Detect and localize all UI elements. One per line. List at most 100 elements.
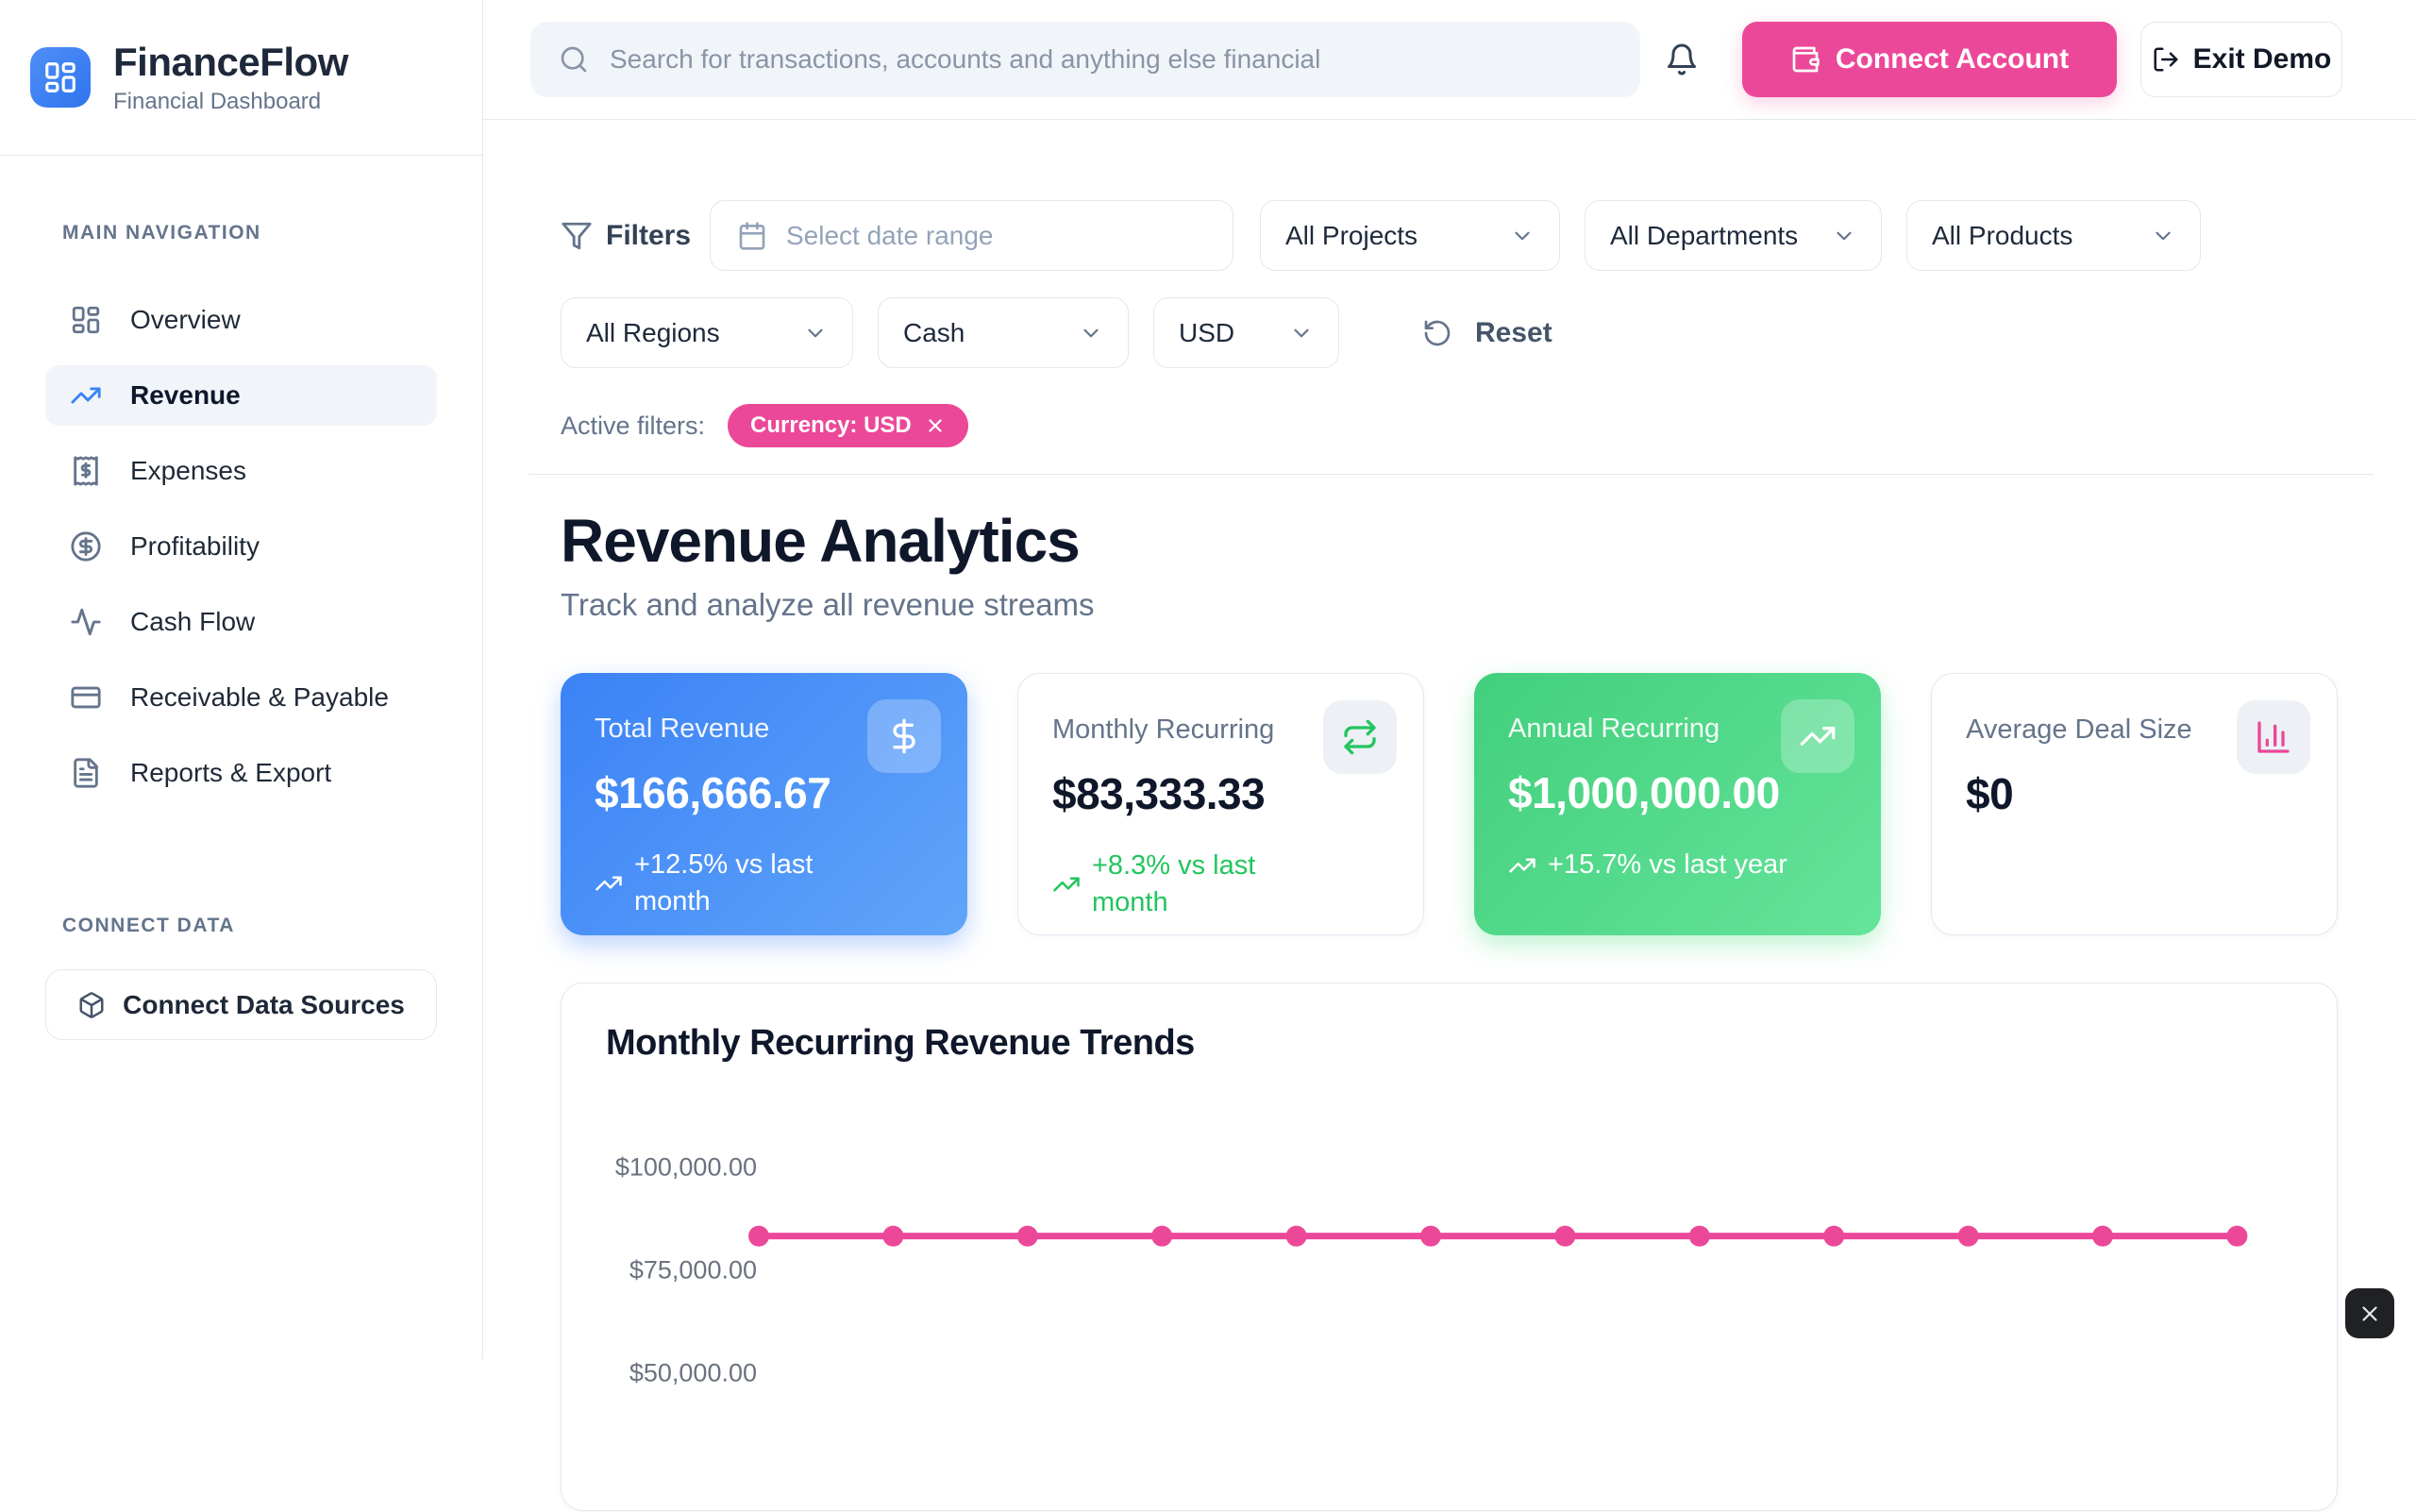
dropdown-cash[interactable]: Cash (878, 297, 1129, 368)
metric-value: $1,000,000.00 (1508, 767, 1847, 818)
page-title: Revenue Analytics (561, 506, 2338, 576)
metric-change: +15.7% vs last year (1508, 847, 1847, 883)
active-filter-chip-label: Currency: USD (750, 412, 912, 439)
dropdown-value: USD (1179, 318, 1234, 348)
active-filters-label: Active filters: (561, 412, 705, 441)
repeat-icon (1323, 700, 1397, 774)
metric-value: $166,666.67 (595, 767, 933, 818)
metric-card-monthly-recurring: Monthly Recurring $83,333.33 +8.3% vs la… (1017, 673, 1424, 935)
reset-filters-button[interactable]: Reset (1422, 317, 1552, 349)
dropdown-usd[interactable]: USD (1153, 297, 1339, 368)
metric-cards-row: Total Revenue $166,666.67 +12.5% vs last… (561, 673, 2338, 935)
rotate-ccw-icon (1422, 318, 1452, 348)
section-divider (528, 474, 2374, 475)
connect-data-sources-button[interactable]: Connect Data Sources (45, 969, 437, 1040)
trending-up-icon (1508, 851, 1536, 880)
trending-up-icon (595, 869, 623, 898)
dropdown-value: Cash (903, 318, 965, 348)
app-logo-icon (30, 47, 91, 108)
sidebar-item-expenses[interactable]: Expenses (45, 441, 437, 501)
close-widget-button[interactable] (2345, 1288, 2394, 1338)
connect-account-label: Connect Account (1836, 43, 2069, 76)
logout-icon (2152, 45, 2180, 74)
reset-label: Reset (1475, 317, 1552, 349)
chevron-down-icon (1510, 224, 1535, 248)
page-subtitle: Track and analyze all revenue streams (561, 587, 2338, 623)
dollar-sign-icon (867, 699, 941, 773)
metric-value: $83,333.33 (1052, 768, 1389, 819)
filters-title-label: Filters (606, 220, 691, 252)
metric-change-label: +12.5% vs last month (634, 847, 861, 920)
global-search (530, 22, 1640, 97)
dropdown-value: All Regions (586, 318, 720, 348)
app-subtitle: Financial Dashboard (113, 89, 348, 115)
package-icon (77, 991, 106, 1019)
metric-card-average-deal-size: Average Deal Size $0 (1931, 673, 2338, 935)
topbar: Connect Account Exit Demo (483, 0, 2416, 120)
filters-row-1: Filters Select date range All Projects A… (561, 200, 2338, 271)
layout-dashboard-icon (70, 304, 102, 336)
sidebar-item-label: Profitability (130, 531, 260, 562)
connect-data-sources-label: Connect Data Sources (123, 990, 405, 1020)
sidebar-item-label: Overview (130, 305, 241, 335)
active-filters-row: Active filters: Currency: USD (561, 404, 2338, 447)
file-text-icon (70, 757, 102, 789)
metric-change: +12.5% vs last month (595, 847, 933, 920)
calendar-icon (737, 221, 767, 251)
sidebar-item-receivable-payable[interactable]: Receivable & Payable (45, 667, 437, 728)
search-icon (559, 44, 589, 75)
metric-change-label: +15.7% vs last year (1548, 847, 1787, 883)
bar-chart-icon (2237, 700, 2310, 774)
filters-row-2: All Regions Cash USD Reset (561, 297, 2338, 368)
dropdown-value: All Projects (1285, 221, 1418, 251)
dropdown-all-projects[interactable]: All Projects (1260, 200, 1560, 271)
exit-demo-label: Exit Demo (2193, 43, 2332, 76)
sidebar-item-label: Cash Flow (130, 607, 255, 637)
mrr-trends-chart-card: Monthly Recurring Revenue Trends $100,00… (561, 983, 2338, 1511)
sidebar-item-revenue[interactable]: Revenue (45, 365, 437, 426)
metric-card-annual-recurring: Annual Recurring $1,000,000.00 +15.7% vs… (1474, 673, 1881, 935)
main-navigation: Overview Revenue Expenses Profitability … (45, 290, 437, 803)
dropdown-all-regions[interactable]: All Regions (561, 297, 853, 368)
sidebar-item-profitability[interactable]: Profitability (45, 516, 437, 577)
chevron-down-icon (803, 321, 828, 345)
connect-account-button[interactable]: Connect Account (1742, 22, 2117, 97)
close-icon (2357, 1302, 2382, 1326)
metric-change: +8.3% vs last month (1052, 848, 1389, 921)
metric-value: $0 (1966, 768, 2303, 819)
metric-change-label: +8.3% vs last month (1092, 848, 1318, 921)
chevron-down-icon (1832, 224, 1856, 248)
notifications-button[interactable] (1661, 39, 1703, 80)
main-content: Filters Select date range All Projects A… (483, 120, 2416, 1359)
brand-header: FinanceFlow Financial Dashboard (0, 0, 482, 156)
sidebar-item-label: Reports & Export (130, 758, 331, 788)
trending-up-icon (1781, 699, 1854, 773)
activity-icon (70, 606, 102, 638)
search-input[interactable] (610, 44, 1612, 75)
chevron-down-icon (1289, 321, 1314, 345)
bell-icon (1665, 42, 1699, 76)
filters-title: Filters (561, 220, 710, 252)
metric-card-total-revenue: Total Revenue $166,666.67 +12.5% vs last… (561, 673, 967, 935)
dropdown-value: All Products (1932, 221, 2072, 251)
sidebar-item-overview[interactable]: Overview (45, 290, 437, 350)
sidebar-item-reports-export[interactable]: Reports & Export (45, 743, 437, 803)
chevron-down-icon (2151, 224, 2175, 248)
dropdown-all-departments[interactable]: All Departments (1585, 200, 1882, 271)
circle-dollar-sign-icon (70, 530, 102, 563)
exit-demo-button[interactable]: Exit Demo (2140, 22, 2342, 97)
remove-filter-icon[interactable] (925, 415, 946, 436)
sidebar-item-label: Revenue (130, 380, 241, 411)
wallet-icon (1790, 44, 1820, 75)
active-filter-chip-currency[interactable]: Currency: USD (728, 404, 968, 447)
trending-up-icon (1052, 870, 1081, 899)
chevron-down-icon (1079, 321, 1103, 345)
date-range-picker[interactable]: Select date range (710, 200, 1233, 271)
connect-section-label: CONNECT DATA (45, 915, 437, 937)
sidebar-item-label: Receivable & Payable (130, 682, 389, 713)
funnel-icon (561, 220, 593, 252)
nav-section-label: MAIN NAVIGATION (45, 222, 437, 244)
sidebar-item-cash-flow[interactable]: Cash Flow (45, 592, 437, 652)
dropdown-all-products[interactable]: All Products (1906, 200, 2201, 271)
sidebar-item-label: Expenses (130, 456, 246, 486)
